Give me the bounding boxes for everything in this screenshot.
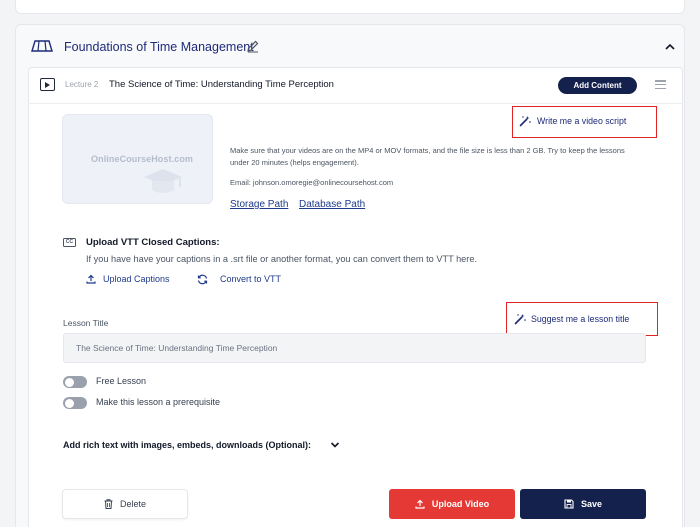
prerequisite-label: Make this lesson a prerequisite <box>96 397 221 407</box>
chevron-down-icon[interactable] <box>330 441 340 449</box>
suggest-lesson-title-button[interactable]: Suggest me a lesson title <box>506 302 658 336</box>
write-video-script-button[interactable]: Write me a video script <box>512 106 657 138</box>
storage-path-link[interactable]: Storage Path <box>230 199 288 210</box>
database-path-link[interactable]: Database Path <box>299 199 365 210</box>
upload-captions-button[interactable]: Upload Captions <box>103 274 170 284</box>
closed-captions-icon: CC <box>63 238 76 247</box>
graduation-cap-icon <box>144 169 182 193</box>
rich-text-toggle[interactable]: Add rich text with images, embeds, downl… <box>63 440 311 450</box>
convert-to-vtt-button[interactable]: Convert to VTT <box>220 274 281 284</box>
lecture-number: Lecture 2 <box>65 80 99 89</box>
delete-label: Delete <box>119 499 146 509</box>
magic-wand-icon <box>514 314 526 325</box>
refresh-icon <box>197 274 208 285</box>
free-lesson-label: Free Lesson <box>96 376 147 386</box>
vtt-captions-title: Upload VTT Closed Captions: <box>86 237 220 248</box>
save-disk-icon <box>564 499 574 509</box>
upload-video-label: Upload Video <box>431 499 490 509</box>
suggest-lesson-title-label: Suggest me a lesson title <box>531 314 630 324</box>
lesson-title-label: Lesson Title <box>63 318 109 328</box>
save-label: Save <box>580 499 603 509</box>
add-content-button[interactable]: Add Content <box>558 77 637 94</box>
upload-icon <box>415 499 425 509</box>
save-button[interactable]: Save <box>520 489 646 519</box>
write-video-script-label: Write me a video script <box>537 116 627 126</box>
prerequisite-toggle[interactable] <box>63 397 87 409</box>
delete-button[interactable]: Delete <box>62 489 188 519</box>
lesson-title-input[interactable]: The Science of Time: Understanding Time … <box>63 333 646 363</box>
previous-section-card <box>15 0 685 14</box>
chevron-up-icon[interactable] <box>664 42 676 52</box>
thumbnail-brand-text: OnlineCourseHost.com <box>91 154 194 164</box>
upload-icon <box>86 274 96 284</box>
video-format-info: Make sure that your videos are on the MP… <box>230 146 625 167</box>
section-title: Foundations of Time Management <box>64 40 254 54</box>
book-open-icon <box>31 40 53 52</box>
lecture-header-divider <box>28 103 683 104</box>
lecture-title: The Science of Time: Understanding Time … <box>109 79 334 90</box>
pencil-icon[interactable] <box>246 39 260 53</box>
hamburger-icon[interactable] <box>655 80 666 90</box>
trash-icon <box>104 499 113 509</box>
video-play-icon <box>40 78 55 91</box>
contact-email: Email: johnson.omoregie@onlinecoursehost… <box>230 178 394 187</box>
upload-video-button[interactable]: Upload Video <box>389 489 515 519</box>
magic-wand-icon <box>519 116 531 127</box>
vtt-captions-description: If you have have your captions in a .srt… <box>86 254 478 264</box>
free-lesson-toggle[interactable] <box>63 376 87 388</box>
